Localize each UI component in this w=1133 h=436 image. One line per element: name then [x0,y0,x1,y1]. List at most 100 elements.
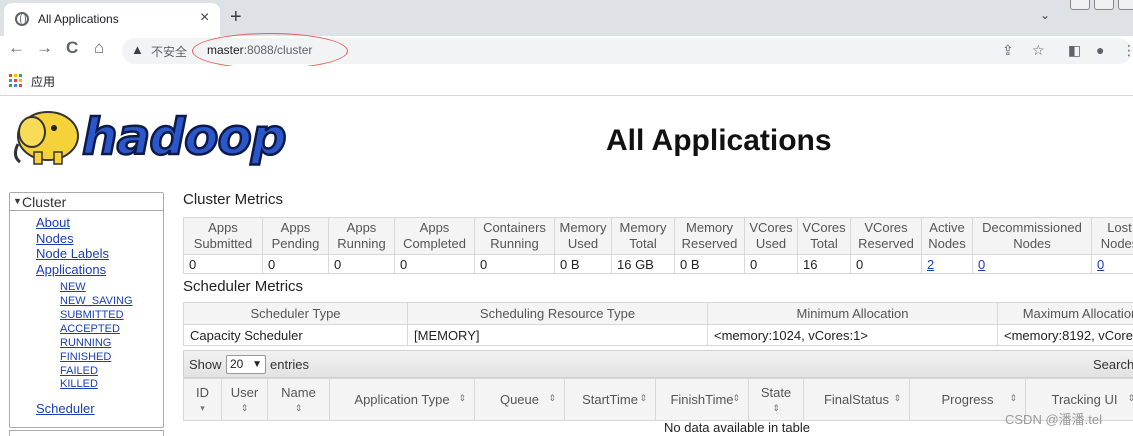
apps-column-header[interactable]: StartTime⇕ [565,379,656,421]
sidebar-state-failed[interactable]: FAILED [60,365,98,377]
cluster-metric-header-line: Nodes [1092,236,1133,252]
new-tab-button[interactable]: + [230,6,242,29]
sidebar-state-new-saving[interactable]: NEW_SAVING [60,295,133,307]
scheduler-metric-header: Minimum Allocation [708,303,998,325]
apps-column-header[interactable]: FinalStatus⇕ [804,379,910,421]
cluster-metric-header: AppsPending [263,218,329,255]
minimize-icon[interactable] [1070,0,1090,10]
cluster-metrics-heading: Cluster Metrics [183,191,283,208]
sidebar-item-scheduler[interactable]: Scheduler [36,401,95,416]
sidebar-state-new[interactable]: NEW [60,281,86,293]
sort-arrows-icon[interactable]: ⇕ [548,393,556,404]
apps-column-header[interactable]: State ⇕ [749,379,804,421]
sort-arrows-icon[interactable]: ⇕ [749,403,803,414]
scheduler-metric-header: Maximum Allocation [998,303,1133,325]
cluster-metric-value: 0 [263,255,329,274]
cluster-metric-header-line: Apps [263,220,328,236]
bookmark-star-icon[interactable]: ☆ [1032,42,1045,59]
sort-arrows-icon[interactable]: ⇕ [458,393,466,404]
apps-column-label: Queue [500,392,539,407]
page-size-select[interactable]: 20▼ [226,355,266,374]
tab-close-icon[interactable]: × [200,9,209,27]
cluster-metric-header-line: Submitted [184,236,262,252]
side-panel-icon[interactable]: ◧ [1068,42,1081,59]
reload-icon[interactable]: C [66,38,78,58]
apps-column-label: Tracking UI [1052,392,1118,407]
cluster-metric-value: 16 GB [612,255,675,274]
cluster-metric-header-line: Apps [184,220,262,236]
cluster-metric-value[interactable]: 2 [922,255,973,274]
csdn-watermark: CSDN @潘潘.tel [1005,409,1102,428]
sidebar-state-killed[interactable]: KILLED [60,378,98,390]
sort-arrows-icon[interactable]: ⇕ [893,393,901,404]
cluster-metric-header-line: Reserved [851,236,921,252]
cluster-metric-value[interactable]: 0 [973,255,1092,274]
sidebar-item-applications[interactable]: Applications [36,262,106,277]
tab-search-chevron-icon[interactable]: ⌄ [1040,8,1050,22]
sidebar-item-about[interactable]: About [36,215,70,230]
sidebar-item-node-labels[interactable]: Node Labels [36,246,109,261]
apps-column-label: ID [184,385,221,400]
cluster-metric-header-line: Pending [263,236,328,252]
sidebar-cluster-panel: ▼ Cluster About Nodes Node Labels Applic… [9,192,164,428]
sort-arrows-icon[interactable]: ▾ [184,403,221,414]
apps-column-header[interactable]: FinishTime⇕ [656,379,749,421]
sort-arrows-icon[interactable]: ⇕ [639,393,647,404]
sort-arrows-icon[interactable]: ⇕ [268,403,329,414]
apps-column-header[interactable]: Queue ⇕ [475,379,565,421]
cluster-metric-value: 16 [798,255,851,274]
cluster-metric-header-line: Lost [1092,220,1133,236]
sidebar-cluster-header[interactable]: ▼ Cluster [10,193,163,211]
cluster-metric-link[interactable]: 0 [1097,257,1104,272]
browser-toolbar: ← → C ⌂ ▲ 不安全 master:8088/cluster ⇪ ☆ ◧ … [0,36,1133,66]
applications-header-row: ID▾User⇕Name⇕Application Type⇕Queue⇕Star… [184,379,1133,421]
home-icon[interactable]: ⌂ [94,38,104,58]
sidebar-state-running[interactable]: RUNNING [60,337,111,349]
apps-column-label: State [749,385,803,400]
cluster-metric-header-line: Running [329,236,394,252]
apps-column-header[interactable]: ID ▾ [184,379,222,421]
sidebar-state-finished[interactable]: FINISHED [60,351,111,363]
cluster-metric-link[interactable]: 0 [978,257,985,272]
scheduler-metrics-value-row: Capacity Scheduler[MEMORY]<memory:1024, … [184,325,1133,346]
cluster-metric-value: 0 [329,255,395,274]
back-arrow-icon[interactable]: ← [8,38,25,58]
sidebar-item-nodes[interactable]: Nodes [36,231,74,246]
forward-arrow-icon[interactable]: → [36,38,53,58]
cluster-metric-header-line: Nodes [922,236,972,252]
collapse-triangle-icon[interactable]: ▼ [13,196,22,206]
warning-icon[interactable]: ▲ [131,42,144,57]
menu-kebab-icon[interactable]: ⋮ [1122,42,1133,59]
cluster-metric-header-line: Used [555,236,611,252]
applications-table: ID▾User⇕Name⇕Application Type⇕Queue⇕Star… [183,378,1133,421]
sort-arrows-icon[interactable]: ⇕ [222,403,267,414]
cluster-metric-header: AppsSubmitted [184,218,263,255]
sort-arrows-icon[interactable]: ⇕ [1009,393,1017,404]
apps-grid-icon[interactable] [9,74,22,87]
apps-column-header[interactable]: User⇕ [222,379,268,421]
cluster-metric-value: 0 B [555,255,612,274]
apps-bookmark-label[interactable]: 应用 [31,73,55,90]
share-icon[interactable]: ⇪ [1002,42,1014,59]
browser-tab[interactable]: All Applications × [4,3,220,36]
cluster-metric-header: ContainersRunning [475,218,555,255]
close-window-icon[interactable] [1118,0,1133,10]
sort-arrows-icon[interactable]: ⇕ [1127,393,1133,404]
sidebar-state-submitted[interactable]: SUBMITTED [60,309,124,321]
sort-arrows-icon[interactable]: ⇕ [732,393,740,404]
sidebar-state-accepted[interactable]: ACCEPTED [60,323,120,335]
apps-column-label: Application Type [354,392,449,407]
cluster-metric-header-line: Total [798,236,850,252]
apps-column-header[interactable]: Application Type ⇕ [330,379,475,421]
maximize-icon[interactable] [1094,0,1114,10]
insecure-label[interactable]: 不安全 [151,43,187,60]
url-highlight-ellipse [192,33,348,69]
cluster-metric-value[interactable]: 0 [1092,255,1133,274]
apps-column-header[interactable]: Name⇕ [268,379,330,421]
page-size-value: 20 [230,357,243,371]
profile-avatar-icon[interactable]: ● [1096,42,1104,58]
cluster-metric-value: 0 [851,255,922,274]
cluster-metric-header-line: Memory [675,220,744,236]
apps-column-label: StartTime [582,392,638,407]
cluster-metric-link[interactable]: 2 [927,257,934,272]
